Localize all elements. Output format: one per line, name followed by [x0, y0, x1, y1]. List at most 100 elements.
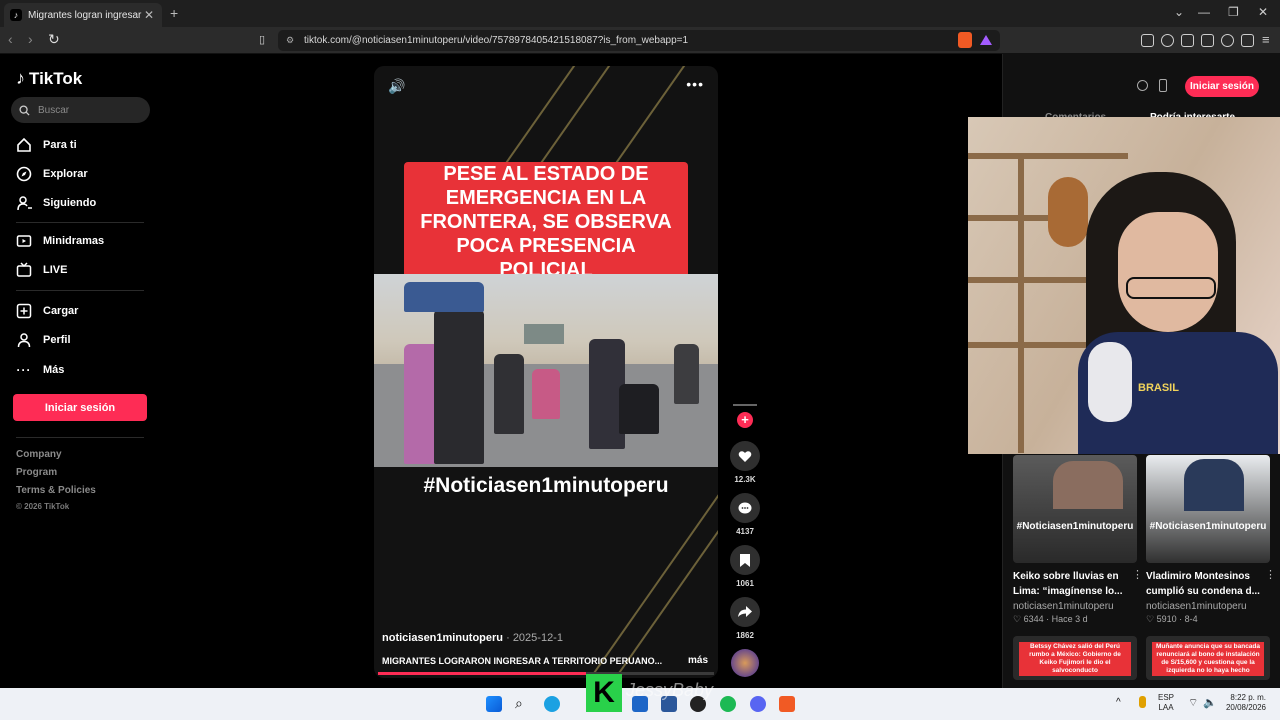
minimize-button[interactable]: —: [1198, 5, 1210, 19]
sidebar-icon[interactable]: [1181, 34, 1194, 47]
spotify-icon[interactable]: [720, 696, 736, 712]
video-author[interactable]: noticiasen1minutoperu · 2025-12-1: [382, 632, 563, 644]
road-sign: [524, 324, 564, 344]
microphone-tray-icon[interactable]: [1139, 696, 1146, 708]
footer-link-company[interactable]: Company: [16, 449, 62, 460]
like-button[interactable]: 12.3K: [729, 441, 761, 484]
card-options-icon[interactable]: ⋮: [1265, 568, 1276, 581]
card-author[interactable]: noticiasen1minutoperu: [1146, 601, 1270, 612]
brave-shield-icon[interactable]: [958, 32, 972, 48]
card-options-icon[interactable]: ⋮: [1132, 568, 1143, 581]
shelf: [968, 342, 1088, 348]
login-button[interactable]: Iniciar sesión: [13, 394, 147, 421]
nav-cargar[interactable]: Cargar: [16, 303, 78, 319]
nav-minidramas[interactable]: Minidramas: [16, 233, 104, 249]
suitcase: [619, 384, 659, 434]
card-thumbnail: #Noticiasen1minutoperu: [1146, 455, 1270, 563]
brave-rewards-icon[interactable]: [980, 35, 992, 45]
back-icon[interactable]: ‹: [8, 31, 13, 47]
caption-more-link[interactable]: más: [688, 655, 708, 666]
tiktok-logo[interactable]: ♪ TikTok: [16, 68, 82, 89]
leo-icon[interactable]: [1221, 34, 1234, 47]
suitcase: [404, 282, 484, 312]
video-progress-bar[interactable]: [378, 672, 714, 675]
suggested-video-card[interactable]: #Noticiasen1minutoperu Keiko sobre lluvi…: [1013, 455, 1143, 625]
nav-live[interactable]: LIVE: [16, 262, 67, 278]
windows-start-icon[interactable]: [486, 696, 502, 712]
tab-close-icon[interactable]: ✕: [142, 8, 156, 22]
vpn-icon[interactable]: [1241, 34, 1254, 47]
language-indicator[interactable]: ESP LAA: [1158, 693, 1174, 713]
tab-list-chevron-icon[interactable]: ⌄: [1174, 5, 1184, 19]
sidebar-divider: [16, 222, 144, 223]
video-headline: PESE AL ESTADO DE EMERGENCIA EN LA FRONT…: [404, 162, 688, 282]
media-icon[interactable]: [1161, 34, 1174, 47]
nav-mas[interactable]: ··· Más: [16, 362, 65, 378]
discord-icon[interactable]: [750, 696, 766, 712]
close-window-button[interactable]: ✕: [1258, 5, 1268, 19]
phone-icon[interactable]: [1159, 79, 1167, 92]
thumb-person: [1053, 461, 1123, 509]
header-login-button[interactable]: Iniciar sesión: [1185, 76, 1259, 97]
brave-icon[interactable]: [779, 696, 795, 712]
shelf: [1018, 153, 1024, 453]
suggested-video-card[interactable]: Betssy Chávez salió del Perú rumbo a Méx…: [1013, 636, 1137, 680]
live-icon: [16, 262, 32, 278]
search-input[interactable]: Buscar: [11, 97, 150, 123]
like-count: 12.3K: [734, 475, 756, 484]
suggested-video-card[interactable]: Muñante anuncia que su bancada renunciar…: [1146, 636, 1270, 680]
extensions-icon[interactable]: [1141, 34, 1154, 47]
video-options-icon[interactable]: •••: [686, 76, 704, 92]
wallet-icon[interactable]: [1201, 34, 1214, 47]
clock[interactable]: 8:22 p. m. 20/08/2026: [1222, 693, 1266, 713]
tiktok-note-icon: ♪: [16, 68, 25, 88]
bookmark-icon[interactable]: ▯: [259, 33, 265, 46]
nav-label: Para ti: [43, 139, 77, 151]
save-button[interactable]: 1061: [729, 545, 761, 588]
sound-icon[interactable]: 🔊: [388, 78, 405, 95]
sidebar-divider: [16, 437, 144, 438]
card-thumb-text: Betssy Chávez salió del Perú rumbo a Méx…: [1019, 642, 1131, 676]
reload-icon[interactable]: ↻: [48, 31, 60, 48]
compass-small-icon[interactable]: [1137, 80, 1148, 91]
video-caption: MIGRANTES LOGRARON INGRESAR A TERRITORIO…: [382, 656, 663, 666]
video-player[interactable]: 🔊 ••• PESE AL ESTADO DE EMERGENCIA EN LA…: [374, 66, 718, 678]
tray-chevron-icon[interactable]: ^: [1116, 697, 1121, 708]
new-tab-button[interactable]: +: [170, 5, 178, 21]
nav-siguiendo[interactable]: Siguiendo: [16, 195, 96, 211]
card-author[interactable]: noticiasen1minutoperu: [1013, 601, 1137, 612]
site-settings-icon[interactable]: ⚙: [286, 35, 294, 46]
card-meta: ♡ 5910 · 8-4: [1146, 614, 1198, 624]
stream-logo-badge: K: [586, 674, 622, 712]
wifi-icon[interactable]: ⌔: [1188, 696, 1198, 710]
tiktok-favicon-icon: ♪: [10, 9, 22, 21]
creator-avatar-follow[interactable]: +: [729, 404, 761, 428]
nav-perfil[interactable]: Perfil: [16, 332, 71, 348]
nav-label: Perfil: [43, 334, 71, 346]
music-disc-icon[interactable]: [731, 649, 759, 677]
forward-icon[interactable]: ›: [28, 31, 33, 47]
footer-link-terms[interactable]: Terms & Policies: [16, 485, 96, 496]
nav-para-ti[interactable]: Para ti: [16, 137, 77, 153]
guitar: [1048, 177, 1088, 247]
share-button[interactable]: 1862: [729, 597, 761, 640]
follow-plus-icon[interactable]: +: [737, 412, 753, 428]
volume-icon[interactable]: 🔈: [1203, 696, 1217, 709]
url-field[interactable]: ⚙ tiktok.com/@noticiasen1minutoperu/vide…: [278, 30, 1000, 51]
suggested-video-card[interactable]: #Noticiasen1minutoperu Vladimiro Montesi…: [1146, 455, 1276, 625]
browser-tab[interactable]: ♪ Migrantes logran ingresar a P ✕: [4, 3, 162, 27]
search-taskbar-icon[interactable]: ⌕: [515, 695, 523, 712]
shelf: [968, 153, 1128, 159]
share-count: 1862: [736, 631, 754, 640]
card-meta: ♡ 6344 · Hace 3 d: [1013, 614, 1088, 624]
menu-icon[interactable]: ≡: [1262, 32, 1270, 47]
card-thumbnail: #Noticiasen1minutoperu: [1013, 455, 1137, 563]
nav-explorar[interactable]: Explorar: [16, 166, 88, 182]
comment-button[interactable]: 4137: [729, 493, 761, 536]
search-icon: [19, 104, 30, 116]
edge-icon[interactable]: [544, 696, 560, 712]
video-hashtag: #Noticiasen1minutoperu: [423, 474, 669, 497]
avatar-line: [733, 404, 757, 406]
maximize-button[interactable]: ❐: [1228, 5, 1239, 19]
footer-link-program[interactable]: Program: [16, 467, 57, 478]
